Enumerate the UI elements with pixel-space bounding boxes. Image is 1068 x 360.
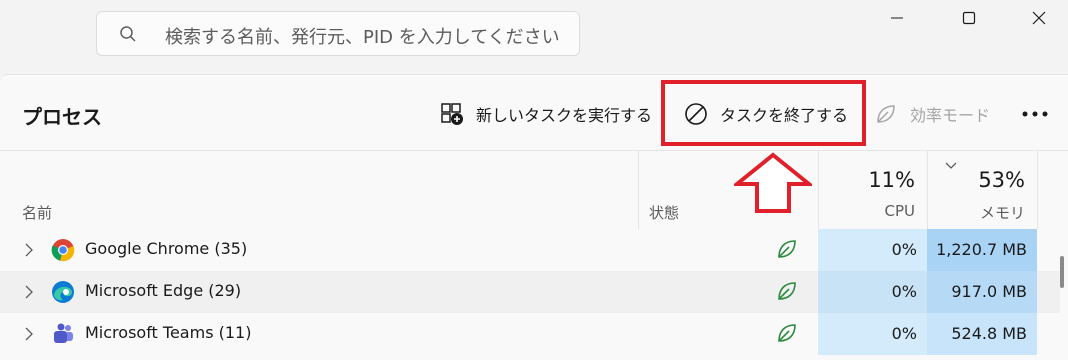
search-box[interactable]: 検索する名前、発行元、PID を入力してください: [96, 11, 580, 56]
table-row[interactable]: Microsoft Teams (11) 0% 524.8 MB: [0, 313, 1060, 355]
memory-label: メモリ: [979, 204, 1025, 222]
process-name: Microsoft Teams (11): [85, 323, 252, 342]
chevron-right-icon[interactable]: [24, 327, 34, 341]
column-name-header[interactable]: 名前: [22, 202, 52, 223]
sort-descending-icon: [945, 162, 957, 169]
efficiency-leaf-icon: [778, 282, 796, 300]
memory-cell: 524.8 MB: [927, 313, 1037, 355]
leaf-icon: [877, 105, 895, 123]
column-divider: [1037, 151, 1038, 230]
column-divider: [638, 151, 639, 230]
search-icon: [120, 26, 136, 42]
cpu-column-header[interactable]: 11% CPU: [818, 151, 927, 230]
memory-value: 1,220.7 MB: [936, 240, 1027, 259]
efficiency-leaf-icon: [778, 324, 796, 342]
process-name: Microsoft Edge (29): [85, 281, 242, 300]
efficiency-mode-button[interactable]: 効率モード: [874, 99, 990, 129]
table-row[interactable]: Google Chrome (35) 0% 1,220.7 MB: [0, 229, 1060, 271]
cpu-value: 0%: [891, 240, 917, 259]
scrollbar-thumb[interactable]: [1060, 256, 1064, 288]
cpu-value: 0%: [891, 324, 917, 343]
close-icon: [1032, 11, 1046, 25]
search-placeholder: 検索する名前、発行元、PID を入力してください: [165, 27, 560, 48]
chevron-right-icon[interactable]: [24, 285, 34, 299]
new-task-label: 新しいタスクを実行する: [476, 106, 653, 125]
teams-icon: [54, 323, 73, 343]
page-title: プロセス: [22, 105, 102, 129]
minimize-button[interactable]: [874, 0, 920, 36]
table-row[interactable]: Microsoft Edge (29) 0% 917.0 MB: [0, 271, 1060, 313]
efficiency-leaf-icon: [778, 240, 796, 258]
cpu-value: 0%: [891, 282, 917, 301]
more-icon: [1022, 111, 1048, 117]
end-task-highlight-box: [661, 80, 866, 146]
edge-icon: [52, 281, 74, 303]
cpu-cell: 0%: [818, 229, 927, 271]
cpu-cell: 0%: [818, 313, 927, 355]
cpu-percent: 11%: [868, 168, 915, 192]
new-task-icon: [441, 103, 463, 125]
column-status-header[interactable]: 状態: [649, 202, 679, 223]
processes-panel: プロセス 新しいタスクを実行する タスクを終了する 効率モード 名前 状態 11…: [0, 74, 1068, 360]
memory-cell: 1,220.7 MB: [927, 229, 1037, 271]
title-bar: 検索する名前、発行元、PID を入力してください: [0, 0, 1068, 74]
up-arrow-annotation: [734, 152, 812, 213]
chevron-right-icon[interactable]: [24, 243, 34, 257]
memory-value: 524.8 MB: [951, 324, 1027, 343]
cpu-label: CPU: [884, 202, 916, 220]
memory-column-header[interactable]: 53% メモリ: [927, 151, 1037, 230]
memory-cell: 917.0 MB: [927, 271, 1037, 313]
memory-percent: 53%: [978, 168, 1025, 192]
new-task-button[interactable]: 新しいタスクを実行する: [440, 99, 652, 129]
column-header: 名前 状態 11% CPU 53% メモリ: [0, 150, 1068, 230]
minimize-icon: [891, 17, 903, 19]
process-name: Google Chrome (35): [85, 239, 248, 258]
cpu-cell: 0%: [818, 271, 927, 313]
more-options-button[interactable]: [1020, 99, 1050, 129]
memory-value: 917.0 MB: [951, 282, 1027, 301]
toolbar: プロセス 新しいタスクを実行する タスクを終了する 効率モード: [0, 75, 1068, 150]
efficiency-mode-label: 効率モード: [910, 106, 991, 125]
maximize-button[interactable]: [946, 0, 992, 36]
close-button[interactable]: [1016, 0, 1062, 36]
maximize-icon: [962, 11, 976, 25]
chrome-icon: [51, 239, 75, 262]
